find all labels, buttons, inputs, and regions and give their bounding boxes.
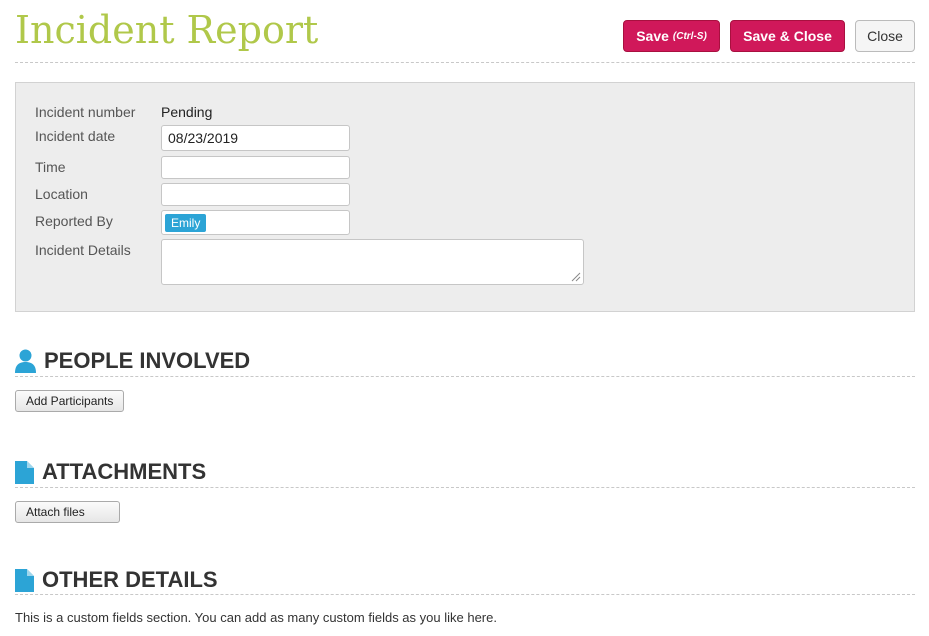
other-section-divider [15, 594, 915, 595]
save-button-label: Save [636, 28, 669, 44]
time-field[interactable] [161, 156, 350, 179]
attachments-section-header: ATTACHMENTS [15, 459, 206, 485]
location-label: Location [35, 186, 88, 202]
save-button[interactable]: Save (Ctrl-S) [623, 20, 720, 52]
save-shortcut-hint: (Ctrl-S) [672, 30, 707, 42]
incident-date-field[interactable]: 08/23/2019 [161, 125, 350, 151]
time-label: Time [35, 159, 66, 175]
people-section-title: PEOPLE INVOLVED [44, 348, 251, 373]
document-icon [15, 568, 34, 592]
document-icon [15, 460, 34, 484]
save-and-close-button[interactable]: Save & Close [730, 20, 845, 52]
location-field[interactable] [161, 183, 350, 206]
other-section-header: OTHER DETAILS [15, 567, 218, 593]
header-divider [15, 62, 915, 63]
incident-date-label: Incident date [35, 128, 116, 144]
reported-by-tag[interactable]: Emily [165, 213, 207, 232]
other-section-title: OTHER DETAILS [42, 567, 218, 592]
people-section-header: PEOPLE INVOLVED [15, 348, 250, 374]
resize-grip-icon[interactable] [571, 272, 581, 282]
other-section-description: This is a custom fields section. You can… [15, 610, 497, 625]
reported-by-field[interactable]: Emily [161, 210, 350, 235]
incident-form-panel: Incident number Pending Incident date 08… [15, 82, 915, 312]
attach-files-button[interactable]: Attach files [15, 501, 120, 523]
attachments-section-title: ATTACHMENTS [42, 459, 207, 484]
person-icon [15, 349, 36, 373]
incident-number-value: Pending [161, 104, 213, 120]
incident-details-label: Incident Details [35, 242, 131, 258]
close-button[interactable]: Close [855, 20, 915, 52]
add-participants-button[interactable]: Add Participants [15, 390, 125, 412]
attachments-section-divider [15, 487, 915, 488]
page-title: Incident Report [15, 8, 319, 52]
incident-details-textarea[interactable] [161, 239, 584, 285]
incident-number-label: Incident number [35, 104, 136, 120]
people-section-divider [15, 376, 915, 377]
reported-by-label: Reported By [35, 213, 113, 229]
